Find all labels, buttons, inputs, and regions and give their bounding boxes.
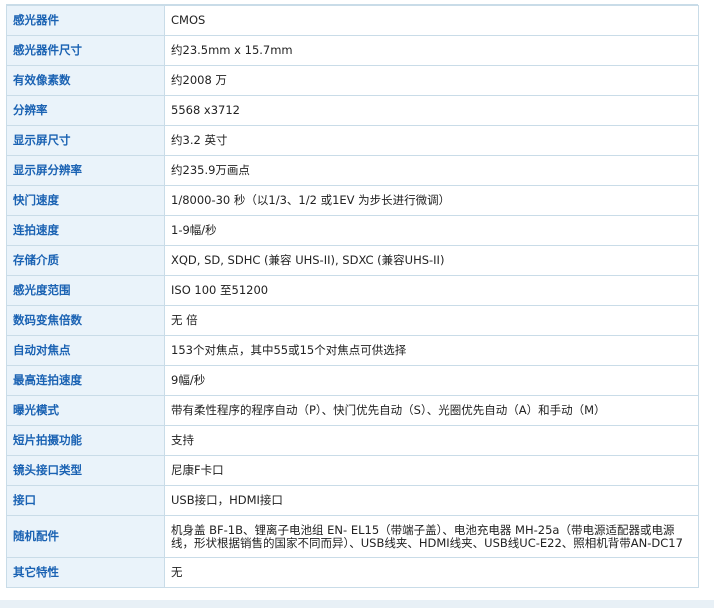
spec-value: 无 倍: [164, 305, 699, 336]
table-row: 接口 USB接口，HDMI接口: [6, 485, 699, 516]
spec-label: 数码变焦倍数: [6, 305, 165, 336]
spec-label: 接口: [6, 485, 165, 516]
spec-label: 感光度范围: [6, 275, 165, 306]
spec-label: 显示屏尺寸: [6, 125, 165, 156]
spec-value: CMOS: [164, 5, 699, 36]
table-row: 自动对焦点 153个对焦点，其中55或15个对焦点可供选择: [6, 335, 699, 366]
spec-value: 无: [164, 557, 699, 588]
table-row: 短片拍摄功能 支持: [6, 425, 699, 456]
spec-label: 其它特性: [6, 557, 165, 588]
spec-value: 支持: [164, 425, 699, 456]
spec-value: 机身盖 BF-1B、锂离子电池组 EN- EL15（带端子盖）、电池充电器 MH…: [164, 515, 699, 558]
spec-label: 自动对焦点: [6, 335, 165, 366]
spec-table-container: 感光器件 CMOS 感光器件尺寸 约23.5mm x 15.7mm 有效像素数 …: [6, 4, 699, 588]
table-row: 分辨率 5568 x3712: [6, 95, 699, 126]
spec-value: 约2008 万: [164, 65, 699, 96]
spec-label: 感光器件尺寸: [6, 35, 165, 66]
table-row: 最高连拍速度 9幅/秒: [6, 365, 699, 396]
spec-value: USB接口，HDMI接口: [164, 485, 699, 516]
spec-value: 9幅/秒: [164, 365, 699, 396]
spec-label: 分辨率: [6, 95, 165, 126]
spec-value: 153个对焦点，其中55或15个对焦点可供选择: [164, 335, 699, 366]
spec-value: 5568 x3712: [164, 95, 699, 126]
table-row: 曝光模式 带有柔性程序的程序自动（P）、快门优先自动（S）、光圈优先自动（A）和…: [6, 395, 699, 426]
spec-label: 短片拍摄功能: [6, 425, 165, 456]
spec-value: 约235.9万画点: [164, 155, 699, 186]
spec-label: 曝光模式: [6, 395, 165, 426]
table-row: 有效像素数 约2008 万: [6, 65, 699, 96]
spec-label: 连拍速度: [6, 215, 165, 246]
spec-value: 约3.2 英寸: [164, 125, 699, 156]
spec-label: 快门速度: [6, 185, 165, 216]
spec-value: XQD, SD, SDHC (兼容 UHS-II), SDXC (兼容UHS-I…: [164, 245, 699, 276]
table-row: 存储介质 XQD, SD, SDHC (兼容 UHS-II), SDXC (兼容…: [6, 245, 699, 276]
spec-label: 感光器件: [6, 5, 165, 36]
table-row: 感光器件尺寸 约23.5mm x 15.7mm: [6, 35, 699, 66]
spec-label: 镜头接口类型: [6, 455, 165, 486]
table-row: 感光器件 CMOS: [6, 5, 699, 36]
table-row: 随机配件 机身盖 BF-1B、锂离子电池组 EN- EL15（带端子盖）、电池充…: [6, 515, 699, 558]
spec-label: 显示屏分辨率: [6, 155, 165, 186]
table-row: 连拍速度 1-9幅/秒: [6, 215, 699, 246]
table-row: 显示屏尺寸 约3.2 英寸: [6, 125, 699, 156]
spec-label: 存储介质: [6, 245, 165, 276]
table-row: 显示屏分辨率 约235.9万画点: [6, 155, 699, 186]
spec-value: 约23.5mm x 15.7mm: [164, 35, 699, 66]
spec-table: 感光器件 CMOS 感光器件尺寸 约23.5mm x 15.7mm 有效像素数 …: [6, 5, 699, 588]
spec-value: 1-9幅/秒: [164, 215, 699, 246]
table-row: 其它特性 无: [6, 557, 699, 588]
spec-value: 带有柔性程序的程序自动（P）、快门优先自动（S）、光圈优先自动（A）和手动（M）: [164, 395, 699, 426]
table-row: 数码变焦倍数 无 倍: [6, 305, 699, 336]
spec-label: 有效像素数: [6, 65, 165, 96]
spec-value: ISO 100 至51200: [164, 275, 699, 306]
bottom-scroll-area: [0, 600, 714, 608]
spec-value: 1/8000-30 秒（以1/3、1/2 或1EV 为步长进行微调）: [164, 185, 699, 216]
table-row: 镜头接口类型 尼康F卡口: [6, 455, 699, 486]
table-row: 快门速度 1/8000-30 秒（以1/3、1/2 或1EV 为步长进行微调）: [6, 185, 699, 216]
spec-label: 最高连拍速度: [6, 365, 165, 396]
table-row: 感光度范围 ISO 100 至51200: [6, 275, 699, 306]
spec-value: 尼康F卡口: [164, 455, 699, 486]
spec-label: 随机配件: [6, 515, 165, 558]
